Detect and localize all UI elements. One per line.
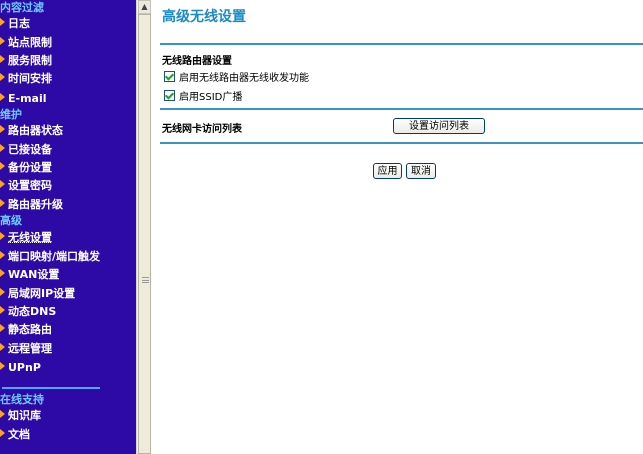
arrow-icon [0, 55, 5, 63]
scrollbar-grip-icon [142, 277, 149, 283]
ssid-broadcast-row[interactable]: 启用SSID广播 [164, 88, 242, 103]
sidebar-item-documentation[interactable]: 文档 [0, 428, 30, 442]
sidebar-item-backup[interactable]: 备份设置 [0, 161, 52, 175]
section-maintenance: 维护 [0, 108, 22, 121]
sidebar-item-wireless-settings[interactable]: 无线设置 [0, 231, 52, 245]
arrow-icon [0, 199, 5, 207]
main-content: 高级无线设置 无线路由器设置 启用无线路由器无线收发功能 启用SSID广播 无线… [151, 0, 643, 454]
sidebar-divider [2, 387, 100, 389]
arrow-icon [0, 306, 5, 314]
arrow-icon [0, 232, 5, 240]
ssid-broadcast-label: 启用SSID广播 [179, 92, 243, 103]
section-content-filter: 内容过滤 [0, 1, 44, 14]
arrow-icon [0, 37, 5, 45]
sidebar-item-dynamic-dns[interactable]: 动态DNS [0, 305, 56, 319]
sidebar-item-schedule[interactable]: 时间安排 [0, 72, 52, 86]
scroll-up-arrow-icon[interactable]: ▲ [138, 0, 151, 14]
access-list-label: 无线网卡访问列表 [162, 124, 242, 135]
sidebar-item-email[interactable]: E-mail [0, 92, 47, 106]
apply-button[interactable]: 应用 [373, 163, 402, 179]
sidebar-item-lan-ip[interactable]: 局域网IP设置 [0, 287, 75, 301]
arrow-icon [0, 251, 5, 259]
sidebar-item-logs[interactable]: 日志 [0, 17, 30, 31]
cancel-button[interactable]: 取消 [406, 163, 436, 179]
sidebar-item-router-upgrade[interactable]: 路由器升级 [0, 198, 63, 212]
sidebar-scrollbar[interactable]: ▲ [136, 0, 151, 454]
setup-access-list-button[interactable]: 设置访问列表 [393, 118, 485, 134]
arrow-icon [0, 73, 5, 81]
divider [160, 142, 643, 144]
arrow-icon [0, 429, 5, 437]
arrow-icon [0, 324, 5, 332]
arrow-icon [0, 18, 5, 26]
sidebar-item-set-password[interactable]: 设置密码 [0, 179, 52, 193]
sidebar-item-remote-management[interactable]: 远程管理 [0, 342, 52, 356]
arrow-icon [0, 269, 5, 277]
sidebar-item-service-block[interactable]: 服务限制 [0, 54, 52, 68]
arrow-icon [0, 162, 5, 170]
arrow-icon [0, 362, 5, 370]
scrollbar-thumb[interactable] [138, 14, 151, 454]
enable-radio-row[interactable]: 启用无线路由器无线收发功能 [164, 69, 309, 84]
router-settings-label: 无线路由器设置 [162, 56, 232, 67]
arrow-icon [0, 93, 5, 101]
sidebar-item-port-forwarding[interactable]: 端口映射/端口触发 [0, 250, 100, 264]
arrow-icon [0, 343, 5, 351]
sidebar-item-attached-devices[interactable]: 已接设备 [0, 143, 52, 157]
arrow-icon [0, 144, 5, 152]
arrow-icon [0, 180, 5, 188]
ssid-broadcast-checkbox[interactable] [164, 90, 175, 101]
section-online-support: 在线支持 [0, 393, 44, 406]
sidebar-item-wan-settings[interactable]: WAN设置 [0, 268, 59, 282]
enable-radio-label: 启用无线路由器无线收发功能 [179, 73, 309, 84]
arrow-icon [0, 125, 5, 133]
sidebar-nav: 内容过滤 日志 站点限制 服务限制 时间安排 E-mail 维护 路由器状态 已… [0, 0, 136, 454]
sidebar-item-site-block[interactable]: 站点限制 [0, 36, 52, 50]
enable-radio-checkbox[interactable] [164, 71, 175, 82]
page-title: 高级无线设置 [162, 9, 246, 25]
sidebar-item-static-routes[interactable]: 静态路由 [0, 323, 52, 337]
arrow-icon [0, 410, 5, 418]
sidebar-item-upnp[interactable]: UPnP [0, 361, 41, 375]
section-advanced: 高级 [0, 214, 22, 227]
divider [160, 43, 643, 45]
sidebar-item-router-status[interactable]: 路由器状态 [0, 124, 63, 138]
divider [160, 108, 643, 110]
sidebar-item-knowledge-base[interactable]: 知识库 [0, 409, 41, 423]
arrow-icon [0, 288, 5, 296]
